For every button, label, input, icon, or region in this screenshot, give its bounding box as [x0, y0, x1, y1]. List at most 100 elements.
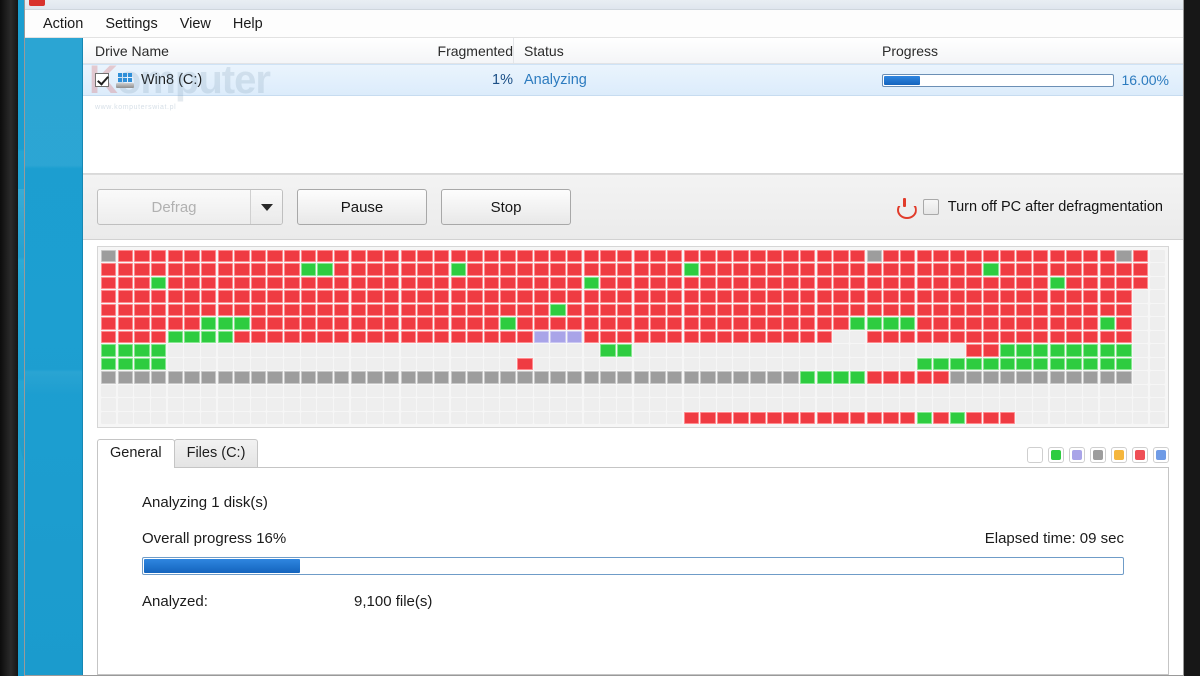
table-row[interactable]: Win8 (C:) 1% Analyzing 16.00%: [83, 64, 1183, 96]
disk-cluster: [1082, 398, 1099, 411]
disk-cluster: [284, 290, 300, 303]
disk-cluster: [766, 317, 783, 330]
legend-fragmented[interactable]: [1132, 447, 1148, 463]
legend-directories[interactable]: [1153, 447, 1169, 463]
title-bar[interactable]: [25, 0, 1183, 10]
disk-cluster: [883, 317, 899, 330]
menu-action[interactable]: Action: [33, 12, 93, 36]
tab-general[interactable]: General: [97, 439, 175, 468]
legend-contiguous[interactable]: [1048, 447, 1064, 463]
disk-cluster: [683, 330, 699, 344]
disk-cluster: [1116, 357, 1132, 371]
disk-cluster: [367, 357, 383, 371]
disk-cluster: [716, 250, 733, 263]
disk-cluster: [234, 371, 250, 384]
disk-cluster: [750, 384, 766, 398]
disk-cluster: [633, 303, 650, 317]
disk-cluster: [916, 303, 932, 317]
disk-cluster: [1116, 290, 1132, 303]
disk-cluster: [533, 357, 550, 371]
disk-cluster: [1049, 250, 1066, 263]
disk-cluster: [866, 276, 883, 290]
disk-cluster: [916, 371, 932, 384]
disk-cluster: [733, 384, 749, 398]
disk-cluster: [916, 290, 932, 303]
disk-cluster: [250, 384, 267, 398]
menu-view[interactable]: View: [170, 12, 221, 36]
disk-cluster: [933, 398, 949, 411]
disk-cluster: [367, 344, 383, 357]
legend-system[interactable]: [1090, 447, 1106, 463]
disk-cluster: [217, 263, 233, 276]
disk-cluster: [234, 290, 250, 303]
legend-mft[interactable]: [1069, 447, 1085, 463]
disk-cluster: [783, 411, 799, 424]
disk-cluster: [533, 411, 550, 424]
disk-cluster: [1099, 398, 1116, 411]
tab-strip: General Files (C:): [97, 438, 1169, 468]
disk-cluster: [417, 357, 433, 371]
disk-cluster: [1016, 357, 1032, 371]
disk-cluster: [450, 357, 466, 371]
disk-cluster: [450, 330, 466, 344]
disk-cluster: [916, 250, 932, 263]
disk-cluster: [101, 263, 117, 276]
disk-cluster: [117, 276, 134, 290]
menu-help[interactable]: Help: [223, 12, 273, 36]
disk-cluster: [234, 317, 250, 330]
elapsed-time-label: Elapsed time: 09 sec: [984, 530, 1124, 547]
disk-cluster: [533, 290, 550, 303]
disk-cluster: [883, 357, 899, 371]
disk-cluster: [1132, 384, 1149, 398]
disk-cluster: [1049, 290, 1066, 303]
disk-cluster: [367, 384, 383, 398]
disk-cluster-map[interactable]: [101, 250, 1165, 424]
disk-cluster: [1132, 303, 1149, 317]
column-header-drive-name[interactable]: Drive Name: [83, 43, 413, 59]
disk-cluster: [800, 330, 816, 344]
disk-cluster: [101, 276, 117, 290]
disk-cluster: [883, 330, 899, 344]
disk-cluster: [866, 330, 883, 344]
defrag-split-button[interactable]: Defrag: [97, 189, 283, 225]
column-header-status[interactable]: Status: [514, 43, 870, 59]
disk-cluster: [650, 263, 666, 276]
disk-cluster: [367, 263, 383, 276]
disk-cluster: [117, 263, 134, 276]
disk-cluster: [949, 303, 966, 317]
disk-cluster: [816, 303, 833, 317]
pause-button[interactable]: Pause: [297, 189, 427, 225]
disk-cluster: [1033, 250, 1049, 263]
disk-cluster: [267, 276, 283, 290]
disk-cluster: [783, 330, 799, 344]
drive-progress-label: 16.00%: [1121, 72, 1169, 88]
drive-checkbox[interactable]: [95, 73, 109, 87]
column-header-fragmented[interactable]: Fragmented: [413, 43, 513, 59]
disk-cluster: [433, 384, 450, 398]
disk-cluster: [117, 290, 134, 303]
disk-cluster: [816, 411, 833, 424]
status-badge: Analyzing: [524, 72, 587, 88]
disk-cluster: [616, 411, 633, 424]
disk-cluster: [916, 344, 932, 357]
disk-cluster: [750, 276, 766, 290]
menu-settings[interactable]: Settings: [95, 12, 167, 36]
tab-files[interactable]: Files (C:): [173, 439, 259, 467]
legend-pagefile[interactable]: [1111, 447, 1127, 463]
disk-cluster: [467, 276, 483, 290]
disk-cluster: [700, 276, 716, 290]
power-icon: [896, 198, 914, 216]
disk-cluster: [716, 344, 733, 357]
disk-cluster: [450, 317, 466, 330]
disk-cluster: [966, 276, 982, 290]
turn-off-pc-checkbox[interactable]: [922, 199, 939, 215]
legend-free[interactable]: [1027, 447, 1043, 463]
disk-cluster: [367, 330, 383, 344]
stop-button[interactable]: Stop: [441, 189, 571, 225]
disk-cluster: [134, 398, 150, 411]
column-header-progress[interactable]: Progress: [870, 43, 1183, 59]
disk-cluster: [1016, 411, 1032, 424]
disk-cluster: [883, 263, 899, 276]
defrag-dropdown-button[interactable]: [250, 190, 282, 224]
disk-cluster: [334, 384, 350, 398]
